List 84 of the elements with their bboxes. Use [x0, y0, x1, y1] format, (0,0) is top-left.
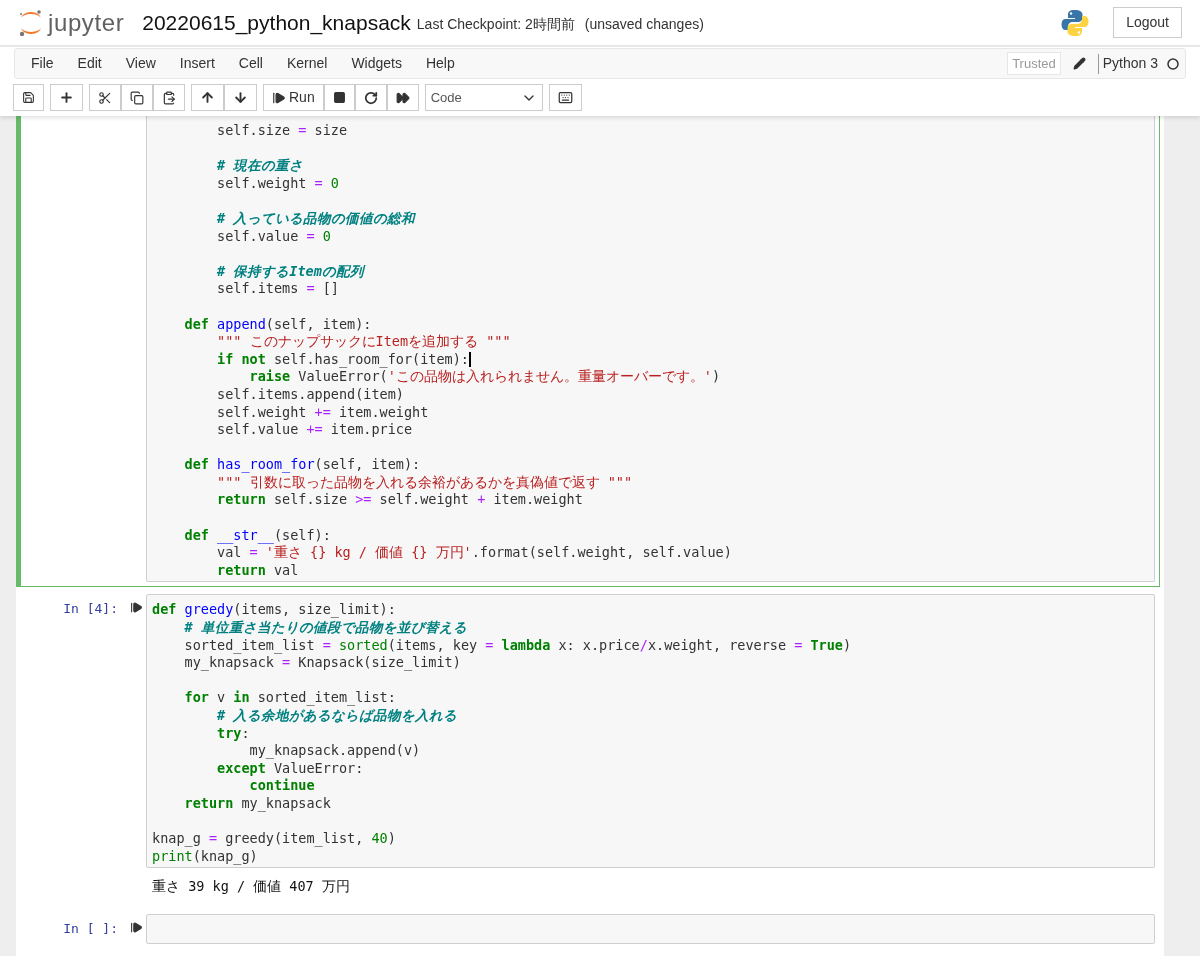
code-line: self.weight += item.weight [216, 402, 429, 420]
menu-item[interactable]: Kernel [274, 53, 340, 74]
code-line: # 入る余地があるならば品物を入れる [216, 706, 458, 723]
code-line: # 保持するItemの配列 [216, 261, 364, 279]
move-up-button[interactable] [191, 84, 224, 111]
menu-item[interactable]: Widgets [339, 53, 414, 74]
logout-button[interactable]: Logout [1113, 7, 1182, 38]
cell-output: 重さ 39 kg / 価値 407 万円 [152, 878, 350, 895]
run-all-button[interactable] [386, 84, 419, 111]
code-line: print(knap_g) [152, 847, 258, 864]
menu-item[interactable]: Cell [226, 53, 275, 74]
restart-button[interactable] [354, 84, 387, 111]
run-icon [272, 90, 286, 105]
code-line: raise ValueError('この品物は入れられません。重量オーバーです。') [248, 368, 721, 384]
logo-icon [18, 7, 44, 38]
run-cell-icon[interactable] [130, 920, 143, 934]
code-line: continue [248, 776, 315, 793]
code-line: if not self.has_room_for(item): [216, 349, 471, 367]
python-logo-icon [1060, 7, 1091, 38]
copy-button[interactable] [121, 84, 153, 111]
code-line: def append(self, item): [183, 314, 372, 332]
menu-item[interactable]: Edit [65, 53, 114, 74]
code-line: self.value += item.price [216, 420, 413, 437]
move-down-button[interactable] [224, 84, 257, 111]
save-button[interactable] [13, 84, 44, 111]
code-line: return val [216, 560, 299, 578]
autosave-status: (unsaved changes) [584, 14, 704, 34]
code-line: # 入っている品物の価値の総和 [216, 208, 416, 226]
run-cell-icon[interactable] [130, 601, 143, 615]
code-line: for v in sorted_item_list: [183, 688, 396, 705]
save-icon [22, 91, 35, 104]
code-line: def greedy(items, size_limit): [152, 600, 396, 618]
code-line: my_knapsack.append(v) [248, 741, 421, 758]
notebook-name[interactable]: 20220615_python_knapsack [142, 6, 411, 39]
code-input-area[interactable] [146, 913, 1155, 944]
kernel-idle-icon [1167, 57, 1179, 70]
scissors-icon [98, 90, 112, 105]
code-line: sorted_item_list = sorted(items, key = lambda x: x.price/x.weight, reverse = True) [183, 635, 852, 653]
code-line: return my_knapsack [183, 793, 331, 811]
clipboard-icon [162, 90, 176, 105]
code-line: knap_g = greedy(item_list, 40) [152, 829, 396, 846]
input-prompt: In [ ]: [63, 919, 118, 938]
run-button[interactable]: Run [263, 84, 324, 111]
copy-icon [130, 90, 144, 105]
menu-item[interactable]: Help [413, 53, 467, 74]
stop-icon [332, 91, 346, 104]
notebook-cell[interactable]: In [ ]: [16, 912, 1160, 945]
code-line: return self.size >= self.weight + item.weight [216, 490, 583, 508]
code-line: self.value = 0 [216, 226, 331, 244]
arrow-down-icon [233, 90, 248, 105]
code-line: except ValueError: [216, 759, 364, 776]
code-line: # 単位重さ当たりの値段で品物を並び替える [183, 618, 467, 635]
insert-cell-button[interactable] [50, 84, 83, 111]
code-line: # 現在の重さ [216, 156, 304, 173]
code-line: val = '重さ {} kg / 価値 {} 万円'.format(self.weight, self.value) [216, 544, 732, 560]
code-line: try: [216, 723, 250, 741]
code-line: def has_room_for(self, item): [183, 455, 421, 472]
restart-icon [363, 90, 378, 105]
cut-button[interactable] [89, 84, 121, 111]
code-line: my_knapsack = Knapsack(size_limit) [183, 654, 461, 670]
logo-text: jupyter [48, 7, 125, 38]
code-line: self.items = [] [216, 279, 339, 296]
cell-type-value: Code [430, 88, 462, 107]
cell-type-dropdown[interactable]: Code [424, 84, 543, 111]
code-line: self.size = size [216, 121, 348, 138]
code-line: def __str__(self): [183, 525, 331, 543]
checkpoint-status: Last Checkpoint: 2時間前 [416, 14, 575, 34]
input-prompt: In [4]: [63, 600, 118, 619]
edit-icon [1072, 57, 1086, 70]
code-line: """ 引数に取った品物を入れる余裕があるかを真偽値で返す """ [216, 473, 633, 490]
code-line: """ このナップサックにItemを追加する """ [216, 332, 511, 349]
fast-forward-icon [395, 90, 410, 105]
code-line: self.items.append(item) [216, 384, 404, 402]
menu-item[interactable]: Insert [167, 53, 227, 74]
code-input-area[interactable] [146, 594, 1155, 869]
stop-button[interactable] [323, 84, 355, 111]
keyboard-shortcuts-button[interactable] [548, 84, 582, 111]
menu-item[interactable]: File [19, 53, 66, 74]
plus-icon [59, 90, 74, 105]
keyboard-icon [557, 90, 573, 105]
kernel-name: Python 3 [1102, 54, 1158, 73]
paste-button[interactable] [153, 84, 185, 111]
code-line: self.weight = 0 [216, 173, 339, 191]
menu-item[interactable]: View [113, 53, 168, 74]
